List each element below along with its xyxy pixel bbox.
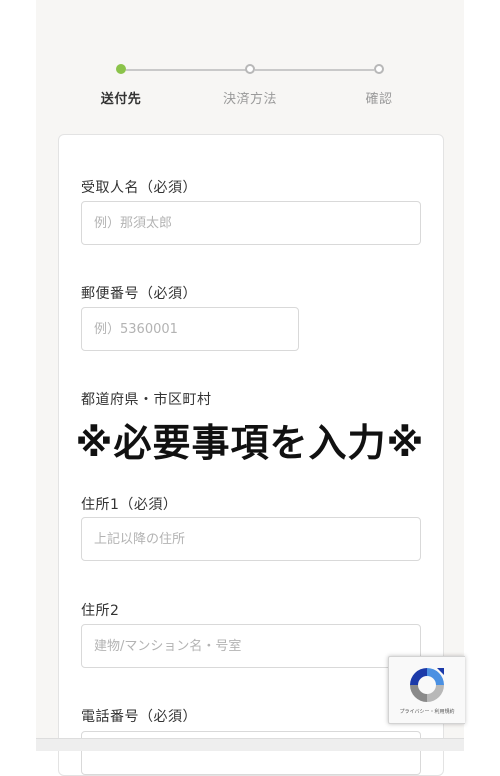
step-label-confirm[interactable]: 確認 <box>334 88 424 107</box>
bottom-toolbar <box>36 738 464 751</box>
stepper-connector <box>255 69 374 71</box>
step-dot-confirm <box>374 64 384 74</box>
postal-code-input[interactable] <box>81 307 299 351</box>
step-dot-payment <box>245 64 255 74</box>
recaptcha-icon <box>410 668 444 702</box>
phone-label: 電話番号（必須） <box>81 709 197 725</box>
postal-code-label: 郵便番号（必須） <box>81 286 197 302</box>
address1-input[interactable] <box>81 517 421 561</box>
recaptcha-badge[interactable]: プライバシー・利用規約 <box>388 656 465 724</box>
recipient-name-input[interactable] <box>81 201 421 245</box>
step-label-payment[interactable]: 決済方法 <box>205 88 295 107</box>
address2-input[interactable] <box>81 624 421 668</box>
recipient-name-label: 受取人名（必須） <box>81 180 197 196</box>
step-dot-shipping <box>116 64 126 74</box>
progress-stepper: 送付先 決済方法 確認 <box>36 60 464 110</box>
step-label-shipping[interactable]: 送付先 <box>76 88 166 107</box>
address1-label: 住所1（必須） <box>81 497 178 513</box>
checkout-page: 送付先 決済方法 確認 受取人名（必須） 郵便番号（必須） 都道府県・市区町村 … <box>36 0 464 776</box>
address2-label: 住所2 <box>81 603 120 619</box>
stepper-connector <box>126 69 250 71</box>
instruction-overlay-text: ※必要事項を入力※ <box>75 421 425 465</box>
prefecture-city-label: 都道府県・市区町村 <box>81 392 212 408</box>
recaptcha-privacy-terms-link[interactable]: プライバシー・利用規約 <box>389 708 465 715</box>
